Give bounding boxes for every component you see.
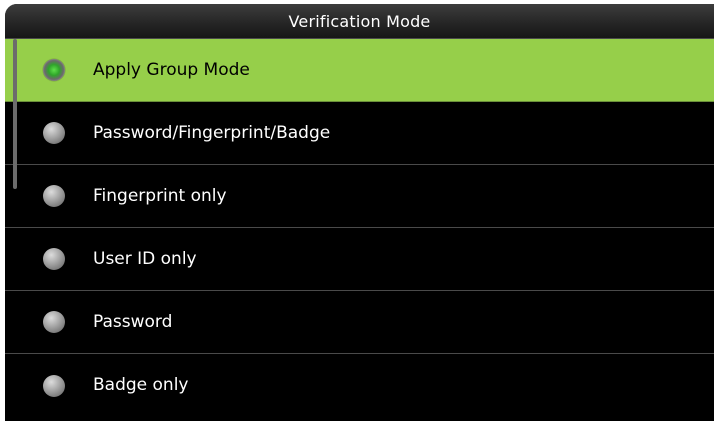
radio-selected-icon[interactable]	[43, 59, 65, 81]
scrollbar-thumb[interactable]	[13, 39, 17, 189]
radio-unselected-icon[interactable]	[43, 374, 65, 397]
option-label: Password	[93, 312, 173, 332]
radio-unselected-icon[interactable]	[43, 185, 65, 207]
option-badge-only[interactable]: Badge only	[5, 354, 714, 417]
option-label: Password/Fingerprint/Badge	[93, 123, 331, 143]
option-apply-group-mode[interactable]: Apply Group Mode	[5, 39, 714, 102]
verification-mode-screen: Verification Mode Apply Group Mode Passw…	[5, 4, 714, 421]
option-label: Badge only	[93, 375, 189, 395]
option-label: User ID only	[93, 249, 197, 269]
option-password[interactable]: Password	[5, 291, 714, 354]
option-fingerprint-only[interactable]: Fingerprint only	[5, 165, 714, 228]
option-password-fingerprint-badge[interactable]: Password/Fingerprint/Badge	[5, 102, 714, 165]
option-label: Apply Group Mode	[93, 60, 250, 80]
radio-unselected-icon[interactable]	[43, 122, 65, 144]
option-label: Fingerprint only	[93, 186, 227, 206]
page-title: Verification Mode	[5, 4, 714, 39]
radio-unselected-icon[interactable]	[43, 311, 65, 333]
radio-unselected-icon[interactable]	[43, 248, 65, 270]
option-user-id-only[interactable]: User ID only	[5, 228, 714, 291]
scrollbar[interactable]	[13, 39, 17, 421]
verification-mode-list: Apply Group Mode Password/Fingerprint/Ba…	[5, 39, 714, 417]
